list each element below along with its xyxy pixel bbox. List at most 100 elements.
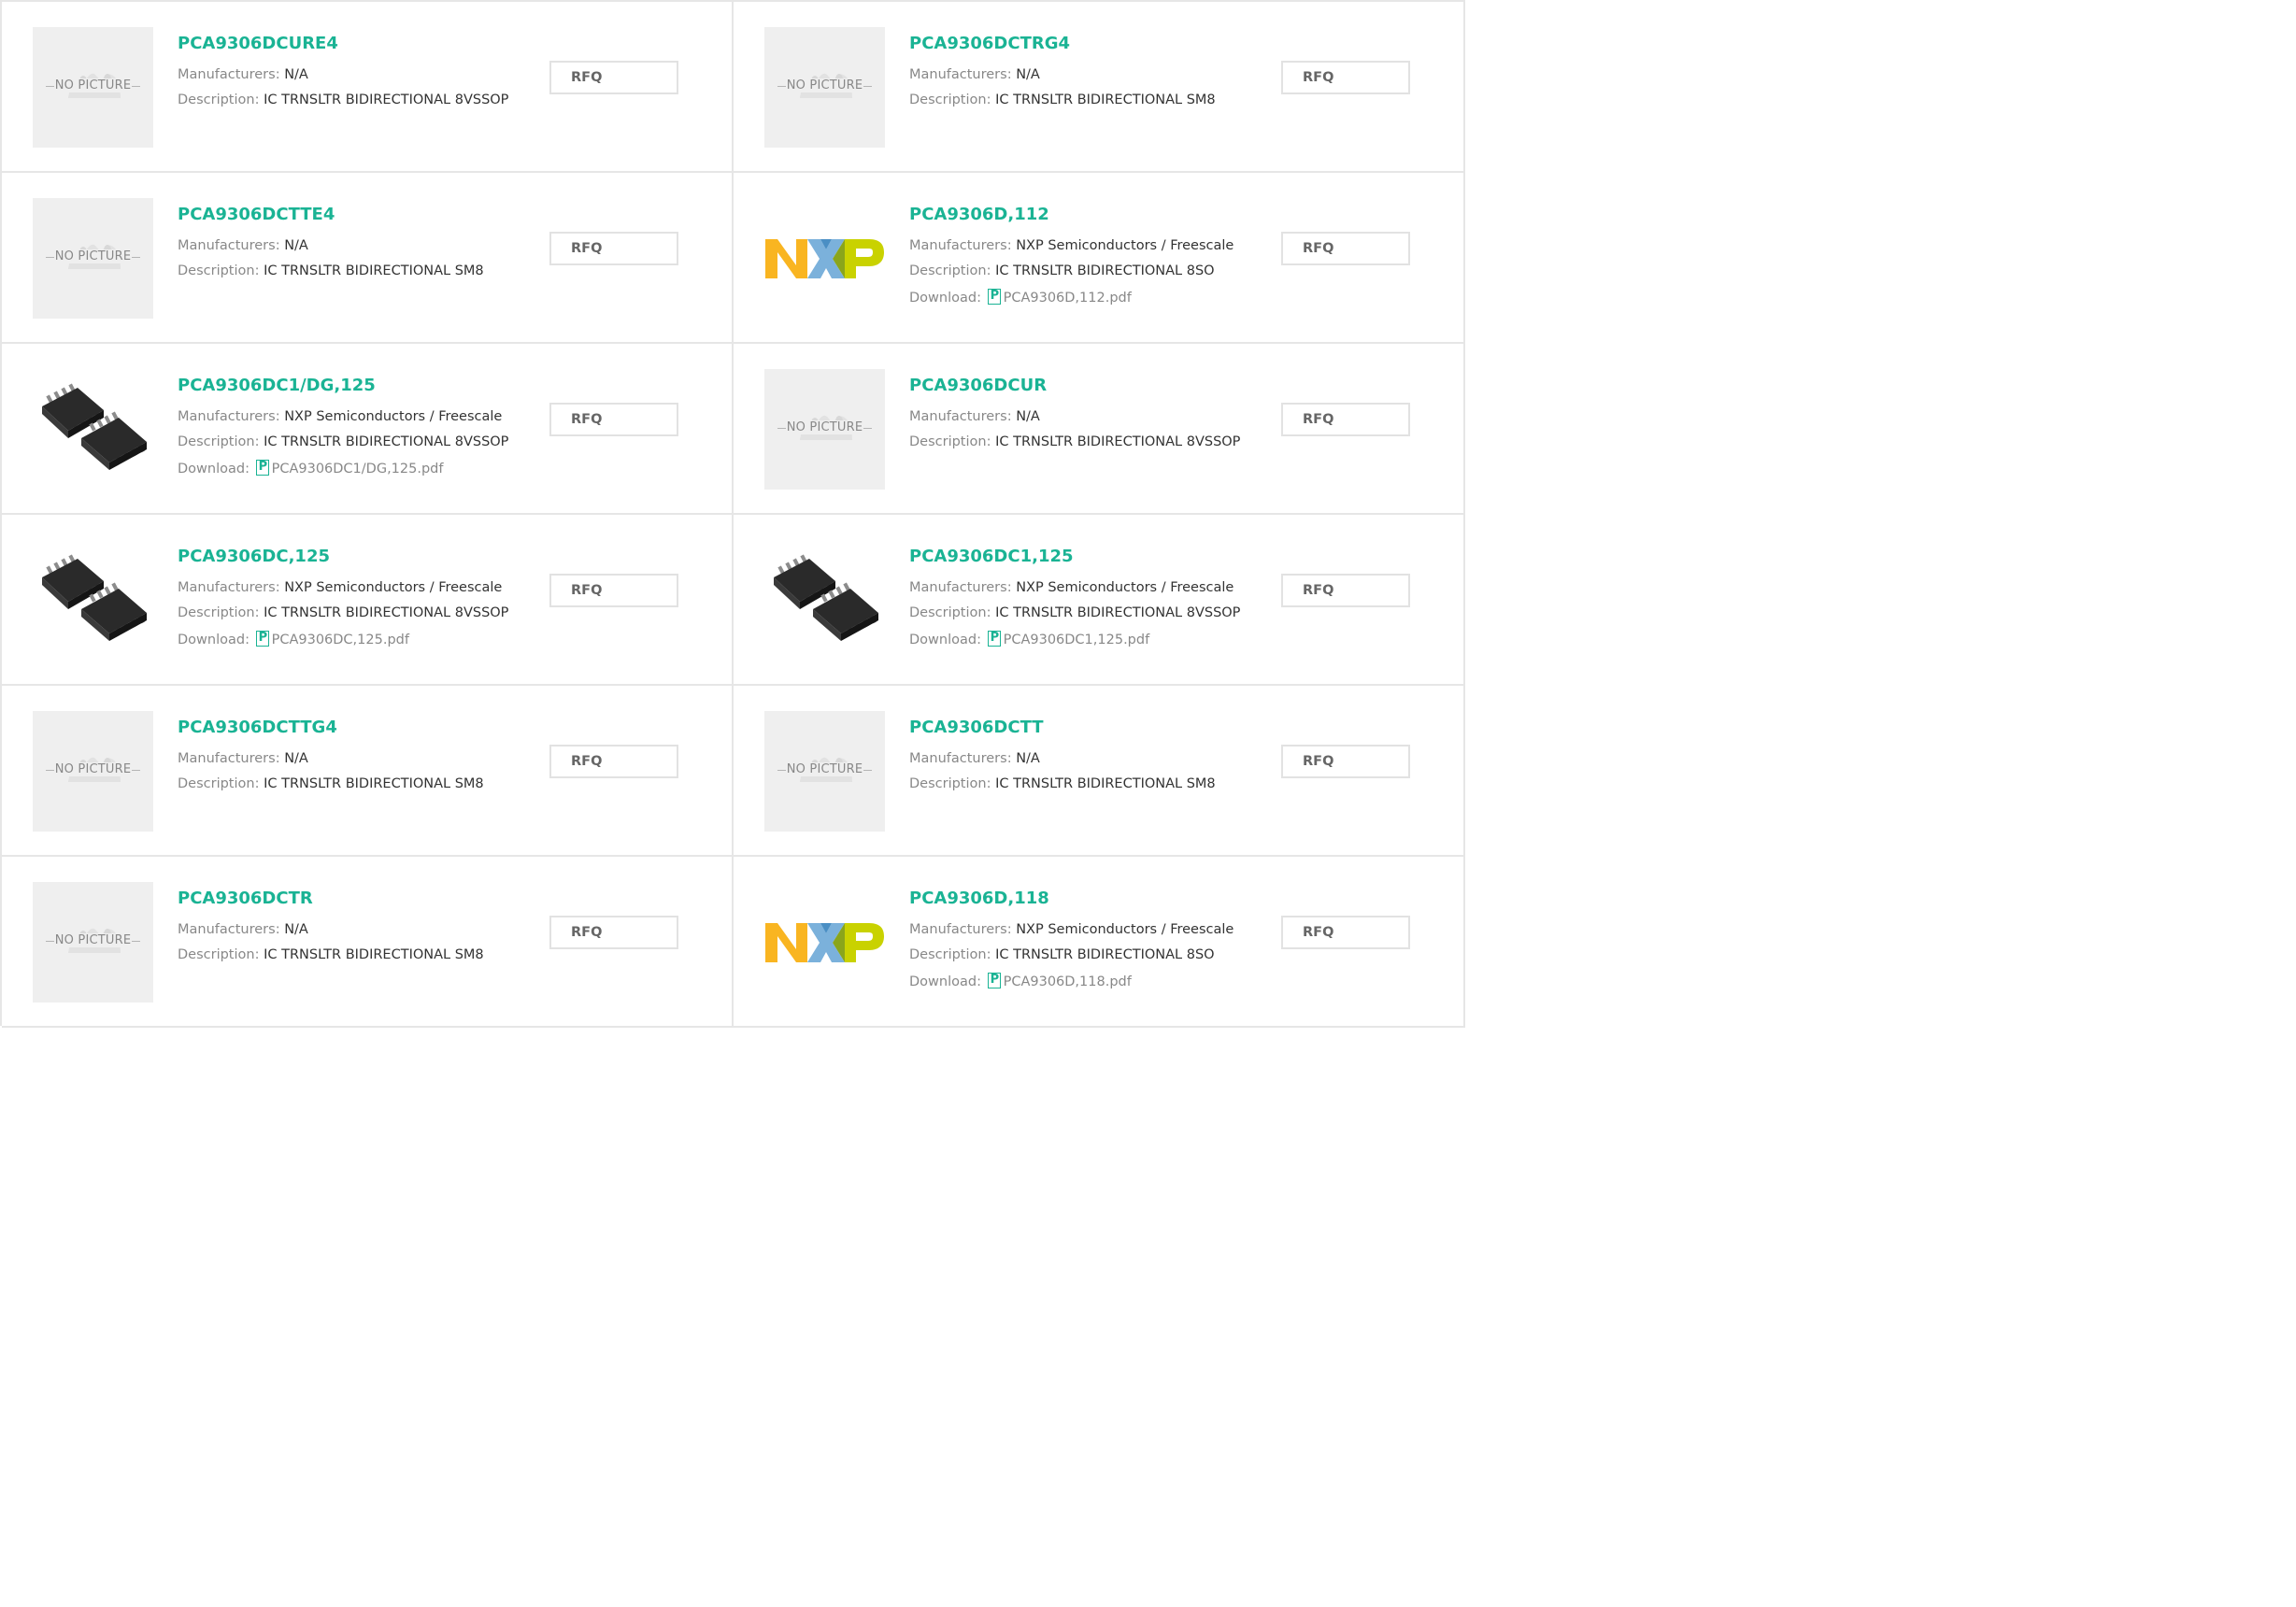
rfq-button[interactable]: RFQ: [1281, 61, 1410, 94]
product-name-link[interactable]: PCA9306DC1,125: [909, 547, 1074, 566]
chip-image: [33, 540, 153, 661]
description-label: Description:: [909, 263, 991, 278]
description-label: Description:: [178, 92, 260, 107]
download[interactable]: Download: P PCA9306DC,125.pdf: [178, 631, 409, 647]
manufacturer-label: Manufacturers:: [909, 580, 1012, 595]
no-picture-text: NO PICTURE: [53, 249, 133, 263]
manufacturer-label: Manufacturers:: [178, 580, 280, 595]
manufacturer: Manufacturers: NXP Semiconductors / Free…: [909, 238, 1234, 253]
description: Description: IC TRNSLTR BIDIRECTIONAL 8V…: [178, 605, 508, 620]
manufacturer: Manufacturers: N/A: [909, 751, 1040, 766]
product-name-link[interactable]: PCA9306DCTRG4: [909, 34, 1070, 53]
rfq-button[interactable]: RFQ: [1281, 232, 1410, 265]
no-picture-text: NO PICTURE: [785, 78, 864, 92]
pdf-icon[interactable]: P: [255, 460, 269, 476]
description-label: Description:: [178, 263, 260, 278]
no-picture-placeholder: NO PICTURE: [764, 369, 885, 490]
pdf-icon[interactable]: P: [987, 973, 1001, 988]
no-picture-text: NO PICTURE: [53, 78, 133, 92]
manufacturer-value: NXP Semiconductors / Freescale: [284, 580, 503, 595]
product-card: NO PICTURE PCA9306DCTTG4 Manufacturers: N…: [2, 686, 734, 857]
download[interactable]: Download: P PCA9306D,112.pdf: [909, 289, 1132, 306]
rfq-button[interactable]: RFQ: [549, 745, 678, 778]
description: Description: IC TRNSLTR BIDIRECTIONAL SM…: [909, 776, 1216, 791]
chip-icon: [774, 554, 878, 641]
rfq-button[interactable]: RFQ: [549, 61, 678, 94]
manufacturer: Manufacturers: N/A: [909, 409, 1040, 424]
nxp-logo-icon: [765, 239, 884, 278]
download[interactable]: Download: P PCA9306DC1,125.pdf: [909, 631, 1149, 647]
description-label: Description:: [178, 434, 260, 449]
manufacturer-label: Manufacturers:: [178, 238, 280, 253]
product-card: NO PICTURE PCA9306DCTRG4 Manufacturers: N…: [734, 2, 1465, 173]
manufacturer-label: Manufacturers:: [178, 922, 280, 937]
description: Description: IC TRNSLTR BIDIRECTIONAL SM…: [178, 947, 484, 962]
pdf-icon[interactable]: P: [987, 289, 1001, 305]
manufacturer-value: N/A: [284, 922, 308, 937]
description: Description: IC TRNSLTR BIDIRECTIONAL SM…: [178, 263, 484, 278]
description-value: IC TRNSLTR BIDIRECTIONAL 8VSSOP: [995, 434, 1241, 449]
download[interactable]: Download: P PCA9306DC1/DG,125.pdf: [178, 460, 443, 476]
description: Description: IC TRNSLTR BIDIRECTIONAL SM…: [909, 92, 1216, 107]
product-name-link[interactable]: PCA9306DCUR: [909, 376, 1047, 395]
description-label: Description:: [909, 605, 991, 620]
manufacturer: Manufacturers: N/A: [178, 751, 308, 766]
datasheet-link[interactable]: PCA9306D,118.pdf: [1004, 974, 1132, 989]
no-picture-placeholder: NO PICTURE: [33, 882, 153, 1003]
rfq-button[interactable]: RFQ: [549, 916, 678, 949]
nxp-logo: [764, 198, 885, 319]
product-name-link[interactable]: PCA9306DCURE4: [178, 34, 338, 53]
pdf-icon[interactable]: P: [255, 631, 269, 647]
download-label: Download:: [909, 633, 981, 647]
product-name-link[interactable]: PCA9306DCTT: [909, 718, 1044, 737]
datasheet-link[interactable]: PCA9306DC,125.pdf: [272, 633, 409, 647]
manufacturer: Manufacturers: N/A: [178, 922, 308, 937]
rfq-button[interactable]: RFQ: [549, 574, 678, 607]
rfq-button[interactable]: RFQ: [1281, 916, 1410, 949]
chip-image: [33, 369, 153, 490]
description-label: Description:: [178, 947, 260, 962]
manufacturer: Manufacturers: NXP Semiconductors / Free…: [909, 580, 1234, 595]
pdf-icon[interactable]: P: [987, 631, 1001, 647]
rfq-button[interactable]: RFQ: [1281, 574, 1410, 607]
rfq-button[interactable]: RFQ: [549, 403, 678, 436]
manufacturer-label: Manufacturers:: [909, 238, 1012, 253]
product-name-link[interactable]: PCA9306D,118: [909, 889, 1049, 908]
product-card: NO PICTURE PCA9306DCTTE4 Manufacturers: N…: [2, 173, 734, 344]
manufacturer-label: Manufacturers:: [909, 751, 1012, 766]
description-value: IC TRNSLTR BIDIRECTIONAL SM8: [264, 947, 484, 962]
product-card: NO PICTURE PCA9306DCUR Manufacturers: N/A…: [734, 344, 1465, 515]
product-name-link[interactable]: PCA9306DCTTG4: [178, 718, 337, 737]
product-name-link[interactable]: PCA9306DC1/DG,125: [178, 376, 376, 395]
description-value: IC TRNSLTR BIDIRECTIONAL SM8: [995, 92, 1216, 107]
description-label: Description:: [909, 947, 991, 962]
manufacturer-value: NXP Semiconductors / Freescale: [1016, 580, 1234, 595]
manufacturer-value: NXP Semiconductors / Freescale: [284, 409, 503, 424]
product-name-link[interactable]: PCA9306DCTTE4: [178, 205, 335, 224]
datasheet-link[interactable]: PCA9306DC1,125.pdf: [1004, 633, 1150, 647]
description-label: Description:: [909, 776, 991, 791]
description-label: Description:: [909, 434, 991, 449]
manufacturer-value: N/A: [1016, 67, 1040, 82]
datasheet-link[interactable]: PCA9306D,112.pdf: [1004, 291, 1132, 306]
description-value: IC TRNSLTR BIDIRECTIONAL 8VSSOP: [264, 434, 509, 449]
product-card: PCA9306D,112 Manufacturers: NXP Semicondu…: [734, 173, 1465, 344]
rfq-button[interactable]: RFQ: [1281, 745, 1410, 778]
manufacturer: Manufacturers: NXP Semiconductors / Free…: [909, 922, 1234, 937]
description-value: IC TRNSLTR BIDIRECTIONAL 8VSSOP: [264, 92, 509, 107]
description: Description: IC TRNSLTR BIDIRECTIONAL SM…: [178, 776, 484, 791]
product-card: NO PICTURE PCA9306DCTR Manufacturers: N/A…: [2, 857, 734, 1028]
no-picture-text: NO PICTURE: [53, 933, 133, 947]
chip-icon: [42, 383, 147, 470]
manufacturer-label: Manufacturers:: [909, 922, 1012, 937]
nxp-logo-icon: [765, 923, 884, 962]
rfq-button[interactable]: RFQ: [1281, 403, 1410, 436]
no-picture-text: NO PICTURE: [53, 762, 133, 776]
product-name-link[interactable]: PCA9306DC,125: [178, 547, 330, 566]
product-name-link[interactable]: PCA9306DCTR: [178, 889, 313, 908]
product-name-link[interactable]: PCA9306D,112: [909, 205, 1049, 224]
rfq-button[interactable]: RFQ: [549, 232, 678, 265]
datasheet-link[interactable]: PCA9306DC1/DG,125.pdf: [272, 462, 444, 476]
manufacturer-value: NXP Semiconductors / Freescale: [1016, 922, 1234, 937]
download[interactable]: Download: P PCA9306D,118.pdf: [909, 973, 1132, 989]
